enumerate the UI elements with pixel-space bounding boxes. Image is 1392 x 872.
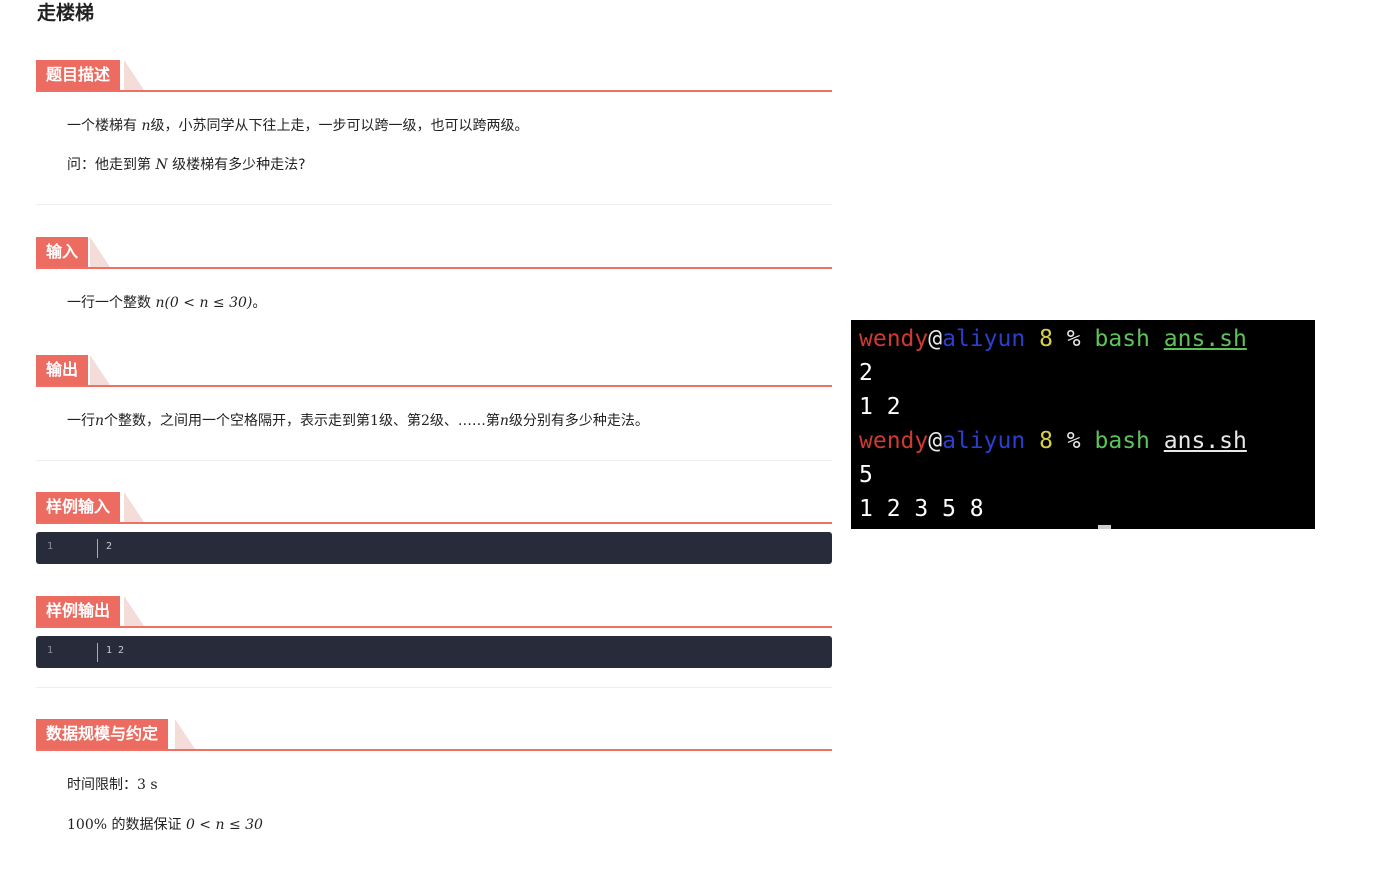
command-name: bash (1094, 326, 1150, 352)
section-tag-description: 题目描述 (36, 60, 121, 90)
gutter-separator (97, 539, 98, 558)
time-limit: 时间限制：3 s (67, 775, 158, 795)
terminal-window[interactable]: wendy@aliyun 8 % bash ans.sh 2 1 2 wendy… (851, 320, 1315, 529)
percent-value: 100% (67, 817, 108, 833)
text: 一行 (67, 413, 95, 429)
terminal-cursor (1098, 525, 1111, 529)
text: 级、……第 (429, 413, 500, 429)
math-num: 2 (420, 413, 430, 429)
line-number: 1 (47, 541, 54, 552)
section-divider (36, 460, 832, 461)
math-var: N (155, 157, 168, 173)
tag-triangle-decoration (90, 355, 110, 385)
section-underline (36, 626, 832, 628)
time-limit-value: 3 s (137, 777, 158, 793)
math-expression: 0 < n ≤ 30 (185, 817, 263, 833)
time-limit-label: 时间限制： (67, 777, 137, 793)
section-divider (36, 687, 832, 688)
sample-input-code-block[interactable]: 1 2 (36, 532, 832, 564)
section-tag-output: 输出 (36, 355, 89, 385)
terminal-output-line: 5 (859, 462, 873, 488)
text: 一行一个整数 (67, 295, 156, 311)
prompt-user: wendy (859, 326, 929, 352)
math-var: n (499, 413, 509, 429)
prompt-symbol: % (1066, 428, 1081, 454)
section-tag-sample-input: 样例输入 (36, 492, 121, 522)
command-name: bash (1094, 428, 1150, 454)
section-underline (36, 749, 832, 751)
line-number: 1 (47, 645, 54, 656)
data-guarantee: 100% 的数据保证 0 < n ≤ 30 (67, 815, 263, 835)
problem-title: 走楼梯 (37, 2, 95, 24)
tag-triangle-decoration (124, 492, 144, 522)
prompt-dir: 8 (1039, 428, 1053, 454)
terminal-prompt-line: wendy@aliyun 8 % bash ans.sh (859, 424, 1247, 458)
sample-output-code-block[interactable]: 1 1 2 (36, 636, 832, 668)
section-tag-input: 输入 (36, 237, 89, 267)
gutter-separator (97, 643, 98, 662)
math-num: 1 (370, 413, 379, 429)
section-tag-sample-output: 样例输出 (36, 596, 121, 626)
prompt-symbol: % (1066, 326, 1081, 352)
text: 级、第 (378, 413, 421, 429)
input-description: 一行一个整数 n(0 < n ≤ 30)。 (67, 293, 266, 313)
terminal-output-line: 2 (859, 360, 873, 386)
terminal-output-line: 1 2 (859, 394, 901, 420)
section-underline (36, 385, 832, 387)
text: 问：他走到第 (67, 157, 156, 173)
output-description: 一行n个整数，之间用一个空格隔开，表示走到第1级、第2级、……第n级分别有多少种… (67, 411, 649, 431)
math-expression: n(0 < n ≤ 30) (155, 295, 253, 311)
prompt-at: @ (928, 428, 943, 454)
section-underline (36, 90, 832, 92)
text: 级楼梯有多少种走法? (167, 157, 306, 173)
section-tag-limits: 数据规模与约定 (36, 719, 169, 749)
section-underline (36, 267, 832, 269)
tag-triangle-decoration (175, 719, 195, 749)
terminal-prompt-line: wendy@aliyun 8 % bash ans.sh (859, 322, 1247, 356)
text: 。 (252, 295, 267, 311)
section-header-sample-input: 样例输入 (36, 491, 832, 524)
text: 个整数，之间用一个空格隔开，表示走到第 (104, 413, 371, 429)
description-line-1: 一个楼梯有 n级，小苏同学从下往上走，一步可以跨一级，也可以跨两级。 (67, 116, 528, 136)
tag-triangle-decoration (90, 237, 110, 267)
description-line-2: 问：他走到第 N 级楼梯有多少种走法? (67, 155, 306, 175)
prompt-user: wendy (859, 428, 929, 454)
text: 级分别有多少种走法。 (508, 413, 649, 429)
prompt-host: aliyun (942, 326, 1026, 352)
section-divider (36, 204, 832, 205)
prompt-at: @ (928, 326, 943, 352)
code-text: 1 2 (106, 645, 125, 656)
terminal-output-line: 1 2 3 5 8 (859, 496, 984, 522)
text: 级，小苏同学从下往上走，一步可以跨一级，也可以跨两级。 (150, 118, 529, 134)
tag-triangle-decoration (124, 60, 144, 90)
prompt-dir: 8 (1039, 326, 1053, 352)
prompt-host: aliyun (942, 428, 1026, 454)
text: 的数据保证 (107, 817, 186, 833)
section-header-limits: 数据规模与约定 (36, 718, 832, 751)
tag-triangle-decoration (124, 596, 144, 626)
section-header-description: 题目描述 (36, 59, 832, 92)
section-header-sample-output: 样例输出 (36, 595, 832, 628)
math-var: n (95, 413, 105, 429)
section-underline (36, 522, 832, 524)
section-header-input: 输入 (36, 236, 832, 269)
code-text: 2 (106, 541, 113, 552)
text: 一个楼梯有 (67, 118, 142, 134)
command-argument: ans.sh (1163, 326, 1247, 352)
command-argument: ans.sh (1163, 428, 1247, 454)
section-header-output: 输出 (36, 354, 832, 387)
